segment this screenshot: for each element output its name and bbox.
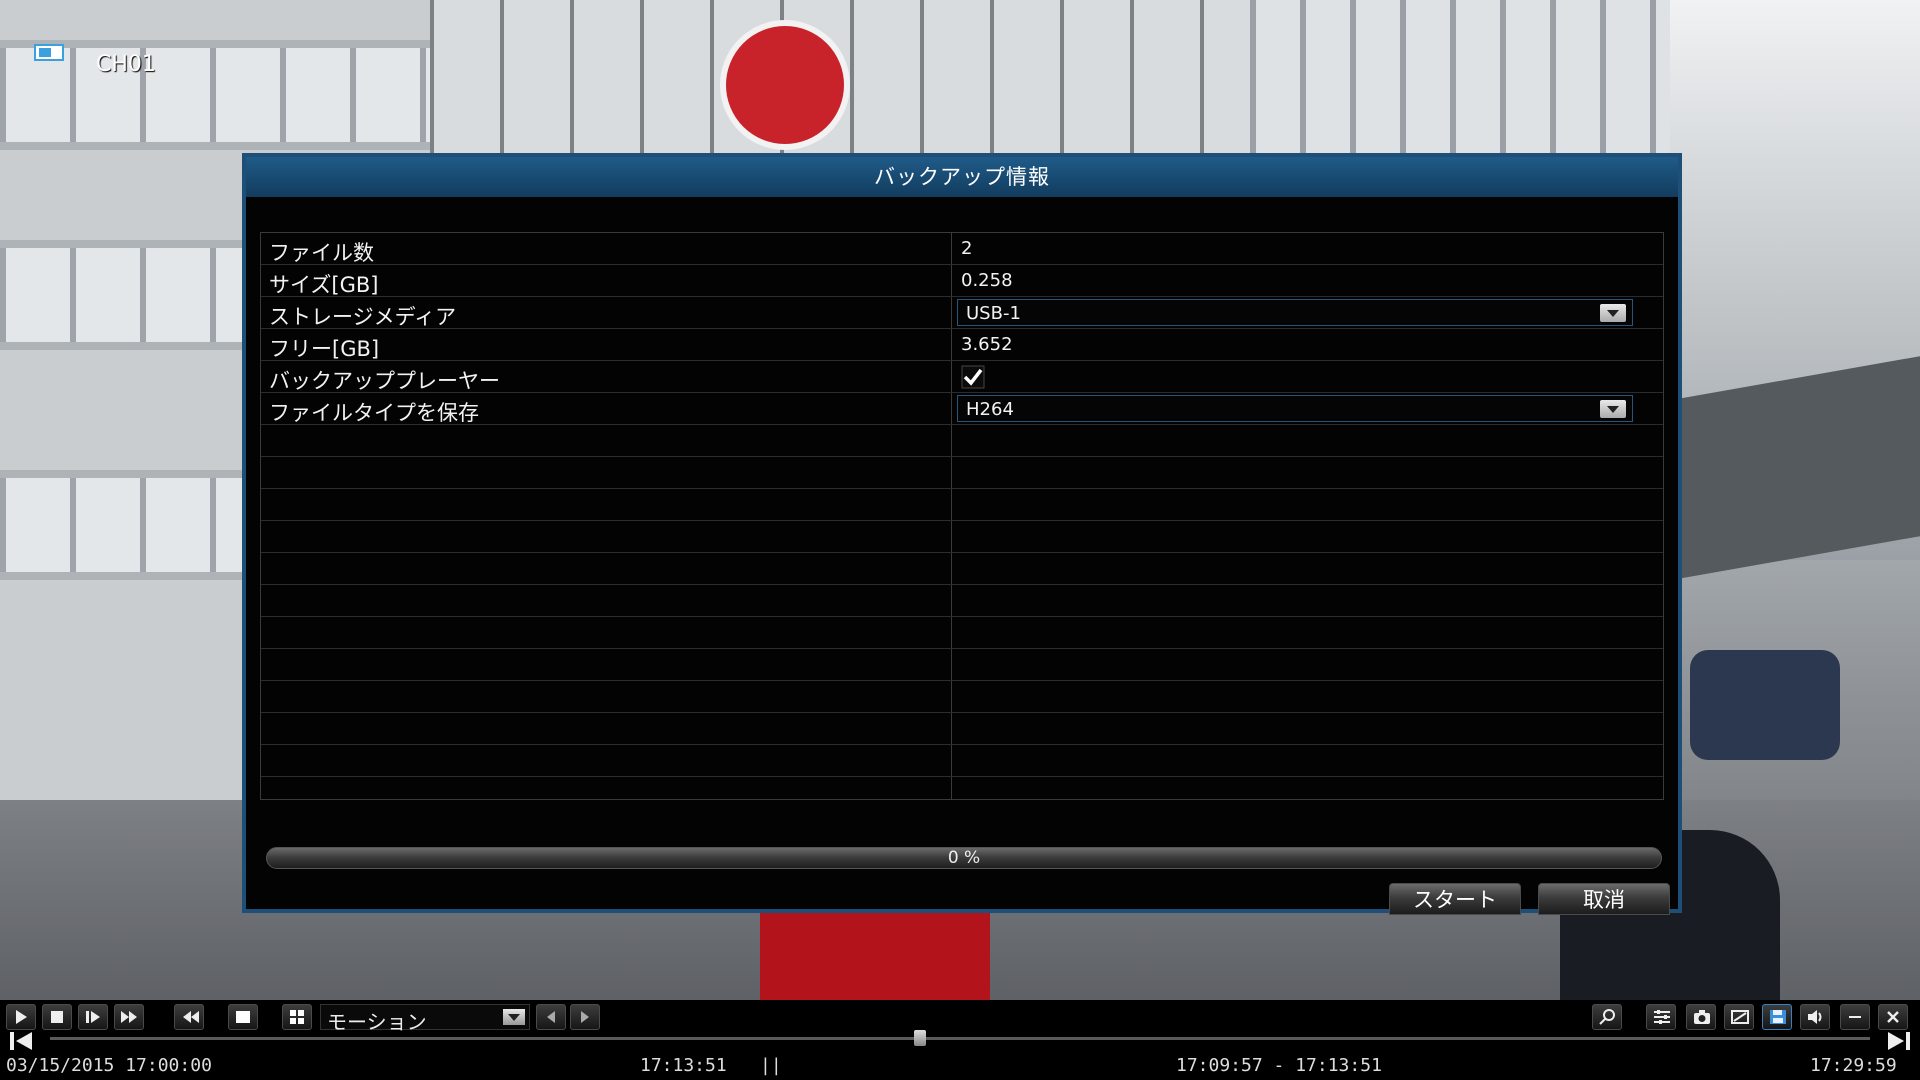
row-free-space: フリー[GB] 3.652: [261, 329, 1663, 361]
search-mode-select[interactable]: モーション: [320, 1004, 530, 1034]
backup-info-dialog: バックアップ情報 ファイル数 2 サイズ[GB] 0.258 ストレージメディア…: [242, 153, 1682, 915]
settings-sliders-icon[interactable]: [1646, 1004, 1676, 1030]
empty-row: [261, 681, 1663, 713]
free-space-label: フリー[GB]: [269, 337, 380, 361]
file-type-value: H264: [966, 399, 1014, 420]
save-file-type-label: ファイルタイプを保存: [269, 401, 479, 425]
empty-row: [261, 649, 1663, 681]
pause-indicator: ||: [760, 1055, 782, 1076]
empty-row: [261, 521, 1663, 553]
start-button[interactable]: スタート: [1389, 883, 1521, 915]
search-mode-value: モーション: [327, 1010, 427, 1034]
empty-row: [261, 425, 1663, 457]
single-view-icon[interactable]: [228, 1004, 258, 1030]
current-playback-time: 17:13:51: [640, 1055, 727, 1076]
quad-view-icon[interactable]: [282, 1004, 312, 1030]
storage-media-value: USB-1: [966, 303, 1021, 324]
building-middle: [430, 0, 1280, 160]
timeline-end-time: 17:29:59: [1810, 1055, 1897, 1076]
empty-row: [261, 553, 1663, 585]
step-forward-icon[interactable]: [78, 1004, 108, 1030]
volume-icon[interactable]: [1800, 1004, 1830, 1030]
size-value: 0.258: [961, 270, 1013, 291]
backup-player-label: バックアッププレーヤー: [269, 369, 500, 393]
backup-progress-bar: 0 %: [266, 847, 1662, 869]
play-icon[interactable]: [6, 1004, 36, 1030]
backup-info-table: ファイル数 2 サイズ[GB] 0.258 ストレージメディア USB-1 フリ…: [260, 232, 1664, 800]
selected-time-range: 17:09:57 - 17:13:51: [1176, 1055, 1382, 1076]
empty-row: [261, 617, 1663, 649]
shop-sign: [760, 905, 990, 1000]
timeline-handle[interactable]: [913, 1030, 926, 1046]
camera-icon: [34, 44, 64, 61]
fast-forward-icon[interactable]: [114, 1004, 144, 1030]
storage-media-select[interactable]: USB-1: [957, 299, 1633, 326]
empty-row: [261, 457, 1663, 489]
row-backup-player: バックアッププレーヤー: [261, 361, 1663, 393]
row-save-file-type: ファイルタイプを保存 H264: [261, 393, 1663, 425]
cancel-button[interactable]: 取消: [1538, 883, 1670, 915]
chevron-down-icon[interactable]: [1600, 304, 1626, 322]
rewind-icon[interactable]: [174, 1004, 204, 1030]
prev-channel-icon[interactable]: [536, 1004, 566, 1030]
chevron-down-icon[interactable]: [503, 1009, 525, 1025]
backup-player-checkbox[interactable]: [961, 365, 985, 389]
row-file-count: ファイル数 2: [261, 233, 1663, 265]
file-type-select[interactable]: H264: [957, 395, 1633, 422]
close-icon[interactable]: [1878, 1004, 1908, 1030]
empty-row: [261, 585, 1663, 617]
row-size: サイズ[GB] 0.258: [261, 265, 1663, 297]
hydrant-sign: [720, 20, 850, 150]
car: [1690, 650, 1840, 760]
empty-row: [261, 777, 1663, 809]
empty-row: [261, 745, 1663, 777]
stop-icon[interactable]: [42, 1004, 72, 1030]
file-count-label: ファイル数: [269, 241, 374, 265]
snapshot-camera-icon[interactable]: [1686, 1004, 1716, 1030]
timeline-start-datetime: 03/15/2015 17:00:00: [6, 1055, 212, 1076]
dialog-header: バックアップ情報: [246, 157, 1678, 197]
free-space-value: 3.652: [961, 334, 1013, 355]
minimize-icon[interactable]: [1840, 1004, 1870, 1030]
dialog-title: バックアップ情報: [874, 165, 1050, 189]
file-count-value: 2: [961, 238, 973, 259]
empty-row: [261, 713, 1663, 745]
skip-to-start-icon[interactable]: [8, 1030, 34, 1052]
zoom-icon[interactable]: [1592, 1004, 1622, 1030]
empty-row: [261, 489, 1663, 521]
next-channel-icon[interactable]: [570, 1004, 600, 1030]
chevron-down-icon[interactable]: [1600, 400, 1626, 418]
edit-clip-icon[interactable]: [1724, 1004, 1754, 1030]
channel-label: CH01: [96, 52, 156, 77]
row-storage-media: ストレージメディア USB-1: [261, 297, 1663, 329]
size-label: サイズ[GB]: [269, 273, 379, 297]
progress-text: 0 %: [947, 848, 981, 868]
save-backup-icon[interactable]: [1762, 1004, 1792, 1030]
skip-to-end-icon[interactable]: [1886, 1030, 1912, 1052]
storage-media-label: ストレージメディア: [269, 305, 457, 329]
playback-timeline[interactable]: [50, 1037, 1870, 1040]
